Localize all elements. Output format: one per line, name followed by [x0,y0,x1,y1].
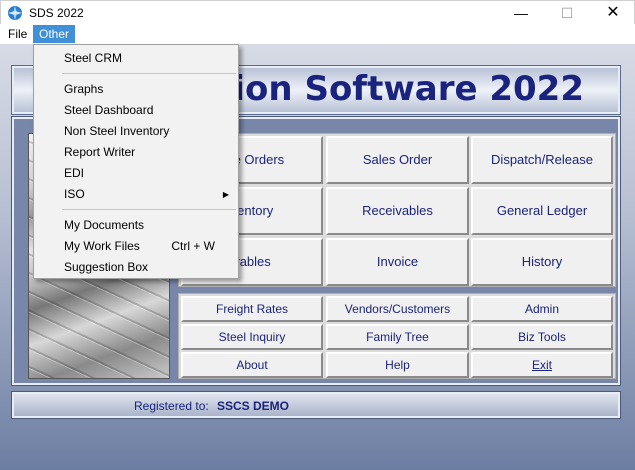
steel-inquiry-button[interactable]: Steel Inquiry [181,324,323,350]
help-button[interactable]: Help [326,352,469,378]
about-button[interactable]: About [181,352,323,378]
biz-tools-button[interactable]: Biz Tools [471,324,613,350]
menu-bar: File Other [0,24,635,44]
general-ledger-button[interactable]: General Ledger [471,187,613,235]
menu-item-label: Steel Dashboard [64,103,154,117]
sales-order-button[interactable]: Sales Order [326,136,469,184]
submenu-arrow-icon: ▶ [222,190,229,199]
receivables-button[interactable]: Receivables [326,187,469,235]
invoice-button[interactable]: Invoice [326,238,469,286]
title-bar: SDS 2022 — ☐ ✕ [0,0,635,24]
dispatch-release-button[interactable]: Dispatch/Release [471,136,613,184]
menu-item-suggestion-box[interactable]: Suggestion Box [35,257,237,278]
menu-item-label: Steel CRM [64,51,123,65]
menu-item-label: Suggestion Box [64,260,149,274]
freight-rates-button[interactable]: Freight Rates [181,296,323,322]
menu-item-label: Non Steel Inventory [64,124,170,138]
menu-item-graphs[interactable]: Graphs [35,79,237,100]
minimize-button[interactable]: — [498,1,544,25]
menu-item-label: Report Writer [64,145,136,159]
menu-separator [62,73,236,74]
registered-to-value: SSCS DEMO [217,399,290,413]
vendors-customers-button[interactable]: Vendors/Customers [326,296,469,322]
menu-item-my-work-files[interactable]: My Work Files Ctrl + W [35,236,237,257]
family-tree-button[interactable]: Family Tree [326,324,469,350]
registered-to-label: Registered to: [134,399,209,413]
admin-button[interactable]: Admin [471,296,613,322]
menu-item-my-documents[interactable]: My Documents [35,215,237,236]
menu-item-edi[interactable]: EDI [35,163,237,184]
registration-bar: Registered to: SSCS DEMO [11,391,621,419]
menu-item-label: My Documents [64,218,145,232]
menu-item-label: ISO [64,187,85,201]
close-button[interactable]: ✕ [590,1,635,25]
maximize-button[interactable]: ☐ [544,1,590,25]
other-menu-dropdown: Steel CRM Graphs Steel Dashboard Non Ste… [33,44,239,279]
menu-item-non-steel-inventory[interactable]: Non Steel Inventory [35,121,237,142]
menu-item-steel-dashboard[interactable]: Steel Dashboard [35,100,237,121]
module-button-grid: ase Orders Sales Order Dispatch/Release … [178,133,616,287]
menu-shortcut: Ctrl + W [171,239,215,253]
menu-item-steel-crm[interactable]: Steel CRM [35,48,237,69]
menu-item-label: My Work Files [64,239,140,253]
history-button[interactable]: History [471,238,613,286]
menu-file[interactable]: File [2,25,33,43]
menu-other[interactable]: Other [33,25,76,43]
menu-item-label: EDI [64,166,85,180]
menu-item-iso[interactable]: ISO ▶ [35,184,237,205]
exit-button[interactable]: Exit [471,352,613,378]
menu-item-report-writer[interactable]: Report Writer [35,142,237,163]
utility-button-grid: Freight Rates Vendors/Customers Admin St… [178,293,616,379]
window-title: SDS 2022 [29,6,84,20]
menu-separator [62,209,236,210]
app-logo-icon [8,6,22,20]
menu-item-label: Graphs [64,82,104,96]
